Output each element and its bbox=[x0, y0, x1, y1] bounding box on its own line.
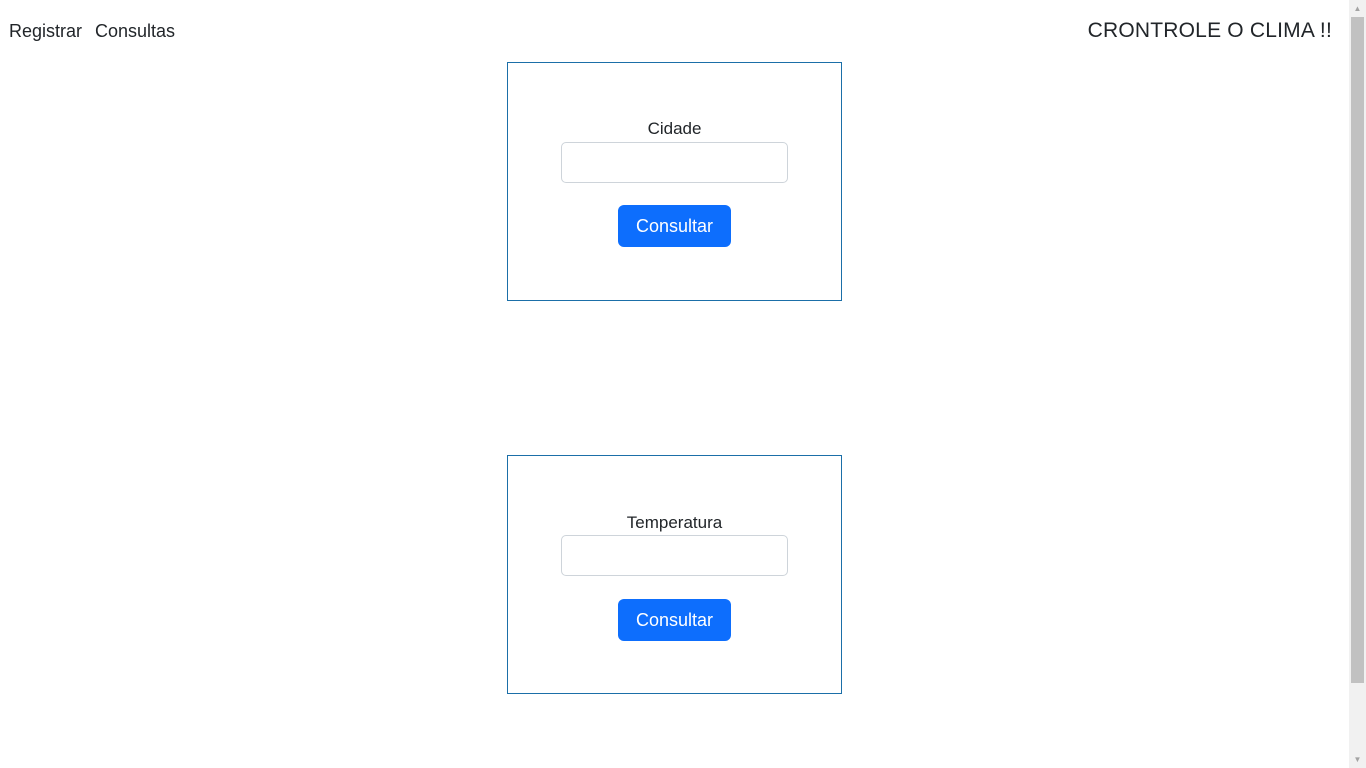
nav-link-consultas[interactable]: Consultas bbox=[95, 20, 175, 42]
consultar-cidade-button[interactable]: Consultar bbox=[618, 205, 731, 247]
nav-link-registrar[interactable]: Registrar bbox=[9, 20, 82, 42]
vertical-scrollbar[interactable]: ▲ ▼ bbox=[1349, 0, 1366, 768]
scroll-up-arrow-icon[interactable]: ▲ bbox=[1349, 0, 1366, 17]
cidade-input[interactable] bbox=[561, 142, 788, 183]
temperatura-input[interactable] bbox=[561, 535, 788, 576]
scroll-thumb[interactable] bbox=[1351, 17, 1364, 683]
scroll-down-arrow-icon[interactable]: ▼ bbox=[1349, 751, 1366, 768]
navbar: Registrar Consultas CRONTROLE O CLIMA !! bbox=[0, 0, 1349, 62]
cidade-label: Cidade bbox=[647, 119, 702, 138]
brand-title: CRONTROLE O CLIMA !! bbox=[1087, 19, 1332, 42]
page: Registrar Consultas CRONTROLE O CLIMA !!… bbox=[0, 0, 1366, 768]
cidade-card: Cidade Consultar bbox=[507, 62, 842, 301]
consultar-temperatura-button[interactable]: Consultar bbox=[618, 599, 731, 641]
temperatura-label: Temperatura bbox=[626, 513, 723, 532]
temperatura-card: Temperatura Consultar bbox=[507, 455, 842, 694]
